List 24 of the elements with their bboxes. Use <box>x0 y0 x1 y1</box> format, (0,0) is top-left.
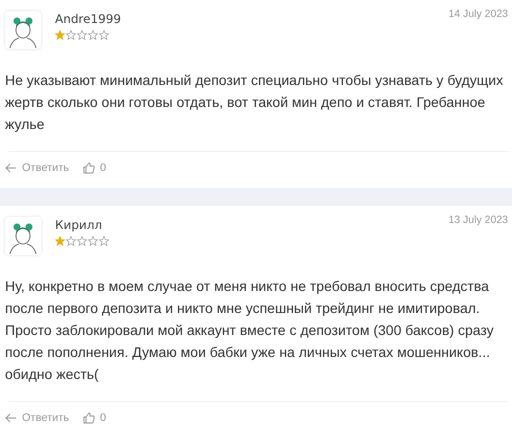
like-button[interactable]: 0 <box>83 412 106 424</box>
thumbs-up-icon <box>83 412 96 424</box>
star-icon <box>88 236 98 246</box>
reply-button[interactable]: Ответить <box>5 412 70 424</box>
reply-icon <box>5 163 17 173</box>
author-name: Andre1999 <box>55 12 122 26</box>
star-icon <box>99 236 109 246</box>
star-icon <box>66 236 76 246</box>
star-icon <box>88 30 98 40</box>
star-icon <box>66 30 76 40</box>
reply-button[interactable]: Ответить <box>5 162 70 174</box>
author-name: Кирилл <box>55 218 104 232</box>
star-icon <box>55 236 65 246</box>
review-text: Не указывают минимальный депозит специально чтобы узнавать у будущих жертв сколько они готовы отдать, вот такой мин депо и ставят. Гребанное жулье <box>5 71 504 134</box>
review-text: Ну, конкретно в моем случае от меня никто не требовал вносить средства после первого депозита и никто мне успешный трейдинг не имитировал. Просто заблокировали мой аккаунт вместе с депозитом (300 баксов) сразу после пополнения. Думаю мои бабки уже на личных счетах мошенников... обидно жесть( <box>5 277 495 384</box>
thumbs-up-icon <box>83 162 96 174</box>
review-date: 13 July 2023 <box>448 214 508 226</box>
review-date: 14 July 2023 <box>448 8 508 20</box>
reply-icon <box>5 413 17 423</box>
star-icon <box>99 30 109 40</box>
star-icon <box>55 30 65 40</box>
star-icon <box>77 30 87 40</box>
star-icon <box>77 236 87 246</box>
like-button[interactable]: 0 <box>83 162 106 174</box>
